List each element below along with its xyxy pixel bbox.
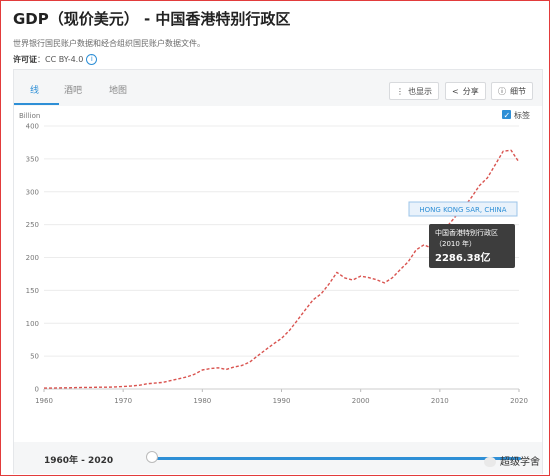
y-tick-label: 300 <box>26 188 39 196</box>
range-slider-bar: 1960年 - 2020 <box>14 442 542 474</box>
tab-line[interactable]: 线 <box>30 83 39 96</box>
info-circle-icon: ⓘ <box>498 87 506 96</box>
watermark: 超级学舍 <box>484 453 540 468</box>
tab-map[interactable]: 地图 <box>109 83 127 96</box>
range-slider-track[interactable] <box>151 457 521 460</box>
x-tick-label: 1970 <box>114 397 132 405</box>
y-tick-label: 400 <box>26 123 39 131</box>
tooltip-year: （2010 年） <box>435 239 476 248</box>
x-tick-label: 1960 <box>35 397 53 405</box>
y-tick-label: 200 <box>26 254 39 262</box>
watermark-text: 超级学舍 <box>500 457 540 468</box>
source-description: 世界银行国民账户数据和经合组织国民账户数据文件。 <box>13 39 205 48</box>
y-tick-label: 100 <box>26 320 39 328</box>
labels-checkbox-label: 标签 <box>514 110 530 120</box>
license-line: 许可证：CC BY-4.0 i <box>13 54 98 65</box>
year-range-label: 1960年 - 2020 <box>44 456 114 466</box>
share-icon: < <box>452 87 459 96</box>
tab-bar-chart[interactable]: 酒吧 <box>64 83 82 96</box>
tooltip-value: 2286.38亿 <box>435 251 491 264</box>
y-axis-label: Billion <box>19 112 40 120</box>
x-tick-label: 2000 <box>352 397 370 405</box>
page-title: GDP（现价美元） - 中国香港特别行政区 <box>13 10 291 28</box>
y-tick-label: 350 <box>26 155 39 163</box>
details-label: 细节 <box>510 87 526 96</box>
chart-area: Billion 0 50 100 150 200 250 300 350 400 1960 1970 1… <box>14 106 542 436</box>
range-slider-handle[interactable] <box>146 451 158 463</box>
x-tick-label: 2010 <box>431 397 449 405</box>
license-value: ：CC BY-4.0 <box>37 55 84 64</box>
y-tick-label: 150 <box>26 287 39 295</box>
series-line <box>44 149 520 389</box>
also-show-button[interactable]: ⋮ 也显示 <box>389 82 439 100</box>
wechat-icon <box>484 457 496 467</box>
info-icon[interactable]: i <box>86 54 98 65</box>
share-label: 分享 <box>462 87 479 96</box>
x-tick-label: 1990 <box>273 397 291 405</box>
also-show-label: 也显示 <box>408 87 432 96</box>
license-label: 许可证 <box>13 55 37 64</box>
x-tick-label: 1980 <box>193 397 211 405</box>
details-button[interactable]: ⓘ 细节 <box>491 82 533 100</box>
tab-bar: 线 酒吧 地图 ⋮ 也显示 < 分享 ⓘ 细节 <box>14 70 542 106</box>
series-label-text: HONG KONG SAR, CHINA <box>419 206 506 214</box>
active-tab-indicator <box>14 103 59 105</box>
checkmark-icon: ✓ <box>504 111 511 120</box>
chart-panel: 线 酒吧 地图 ⋮ 也显示 < 分享 ⓘ 细节 Billion 0 50 100 150 200… <box>13 69 543 474</box>
x-tick-label: 2020 <box>510 397 528 405</box>
line-chart: Billion 0 50 100 150 200 250 300 350 400 1960 1970 1… <box>19 110 530 405</box>
y-tick-label: 0 <box>35 386 39 394</box>
share-button[interactable]: < 分享 <box>445 82 486 100</box>
tooltip-title: 中国香港特别行政区 <box>435 228 498 237</box>
y-tick-label: 250 <box>26 221 39 229</box>
y-tick-label: 50 <box>30 353 39 361</box>
more-vertical-icon: ⋮ <box>396 87 404 96</box>
